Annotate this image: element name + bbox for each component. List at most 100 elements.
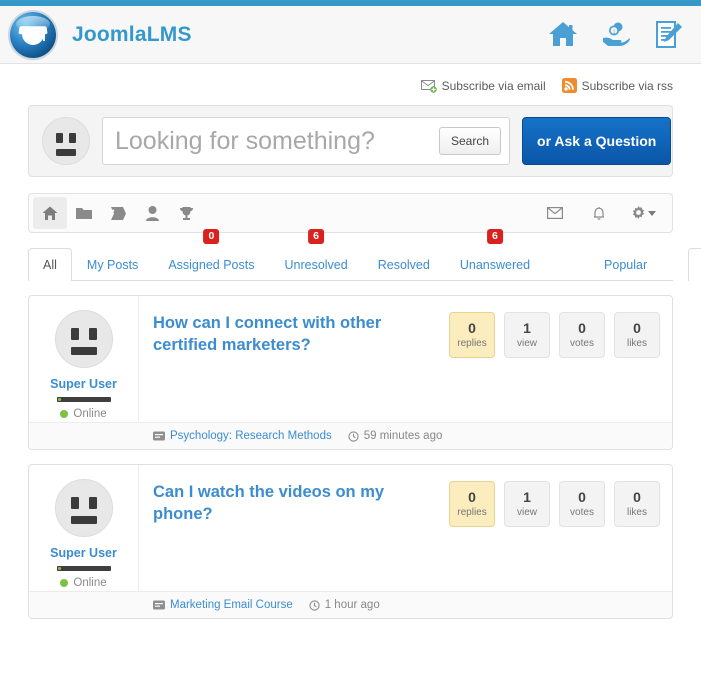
clock-icon [348,430,359,442]
post-category-link[interactable]: Marketing Email Course [170,599,293,611]
category-icon [153,600,165,610]
page-title: JoomlaLMS [72,22,192,46]
author-rank-bar [56,397,111,402]
stat-views: 1 view [504,481,550,527]
author-status-label: Online [73,408,107,420]
stat-likes-label: likes [626,507,647,518]
post-footer: Psychology: Research Methods 59 minutes … [29,422,672,449]
post-time: 59 minutes ago [348,430,443,442]
tab-latest[interactable]: Latest [688,248,701,281]
post-category[interactable]: Psychology: Research Methods [153,430,332,442]
toolbar-home-icon[interactable] [33,197,67,229]
rss-icon [561,78,577,93]
stat-replies: 0 replies [449,481,495,527]
toolbar-left-group [33,197,203,229]
subscribe-row: Subscribe via email Subscribe via rss [14,64,687,101]
post-card[interactable]: Super User Online Can I watch the videos… [28,464,673,619]
avatar[interactable] [54,479,113,537]
search-field[interactable]: Search [102,117,511,165]
tab-all-label: All [43,258,57,272]
clock-icon [309,599,320,611]
tab-my-posts[interactable]: My Posts [72,248,153,281]
stat-likes-value: 0 [633,320,641,336]
svg-text:1: 1 [613,29,616,35]
tab-popular[interactable]: Popular [589,248,662,281]
toolbar-user-icon[interactable] [135,197,169,229]
search-input[interactable] [113,125,439,157]
stat-votes-label: votes [570,507,594,518]
stat-replies: 0 replies [449,312,495,358]
tabs-bar: All My Posts 0 Assigned Posts 6 Unresolv… [28,229,701,281]
stat-views-value: 1 [523,489,531,505]
category-icon [153,431,165,441]
tab-unanswered-badge: 6 [487,229,503,244]
online-dot-icon [60,410,69,418]
home-icon[interactable] [547,19,579,51]
tab-resolved[interactable]: Resolved [363,248,445,281]
post-stats: 0 replies 1 view 0 votes 0 likes [449,481,660,581]
toolbar-folder-icon[interactable] [67,197,101,229]
post-body: Super User Online Can I watch the videos… [29,465,672,591]
stat-votes-value: 0 [578,320,586,336]
tab-assigned-posts-badge: 0 [203,229,220,244]
subscribe-rss-link[interactable]: Subscribe via rss [561,78,673,93]
toolbar-envelope-icon[interactable] [538,197,572,229]
post-stats: 0 replies 1 view 0 votes 0 likes [449,312,660,412]
toolbar-tags-icon[interactable] [101,197,135,229]
stat-votes: 0 votes [559,481,605,527]
stat-replies-label: replies [457,338,487,349]
stat-likes: 0 likes [614,312,660,358]
post-time-label: 59 minutes ago [363,430,443,442]
stat-likes: 0 likes [614,481,660,527]
header-icon-group: 1 [547,19,685,51]
tab-unresolved-label: Unresolved [284,258,348,272]
stat-votes: 0 votes [559,312,605,358]
forum-toolbar [28,193,673,233]
tab-resolved-label: Resolved [377,258,430,272]
neutral-face-avatar [42,117,90,165]
post-footer: Marketing Email Course 1 hour ago [29,591,672,618]
site-logo[interactable] [10,11,56,58]
stat-replies-label: replies [457,507,487,518]
post-card[interactable]: Super User Online How can I connect with… [28,295,673,450]
post-title[interactable]: How can I connect with other certified m… [153,312,449,412]
chevron-down-icon [647,210,656,216]
toolbar-right-group [538,197,668,229]
tab-all[interactable]: All [28,248,72,281]
hand-coin-icon[interactable]: 1 [600,19,632,51]
toolbar-bell-icon[interactable] [582,197,616,229]
post-category[interactable]: Marketing Email Course [153,599,293,611]
tab-list: All My Posts 0 Assigned Posts 6 Unresolv… [28,229,701,281]
search-button[interactable]: Search [439,127,502,155]
stat-views-value: 1 [523,320,531,336]
post-main: How can I connect with other certified m… [139,296,672,422]
tab-assigned-posts-label: Assigned Posts [168,258,255,272]
author-status-label: Online [73,577,107,589]
post-body: Super User Online How can I connect with… [29,296,672,422]
post-category-link[interactable]: Psychology: Research Methods [170,430,332,442]
stat-likes-value: 0 [633,489,641,505]
post-title[interactable]: Can I watch the videos on my phone? [153,481,449,581]
tab-unanswered[interactable]: 6 Unanswered [445,229,545,281]
document-pencil-icon[interactable] [653,19,685,51]
stat-replies-value: 0 [468,489,476,505]
tab-assigned-posts[interactable]: 0 Assigned Posts [153,229,269,281]
author-name[interactable]: Super User [50,546,117,560]
author-name[interactable]: Super User [50,377,117,391]
toolbar-gear-icon[interactable] [626,197,660,229]
brand-header: JoomlaLMS 1 [0,6,701,64]
stat-likes-label: likes [626,338,647,349]
post-author: Super User Online [29,296,139,422]
post-time: 1 hour ago [309,599,380,611]
envelope-plus-icon [420,79,437,93]
stat-replies-value: 0 [468,320,476,336]
tab-unresolved[interactable]: 6 Unresolved [269,229,362,281]
tab-popular-label: Popular [604,258,648,272]
stat-votes-label: votes [570,338,594,349]
subscribe-email-link[interactable]: Subscribe via email [420,79,546,93]
toolbar-trophy-icon[interactable] [169,197,203,229]
author-status: Online [60,577,107,589]
avatar[interactable] [54,310,113,368]
ask-question-button[interactable]: or Ask a Question [522,117,672,165]
subscribe-rss-label: Subscribe via rss [581,78,673,93]
